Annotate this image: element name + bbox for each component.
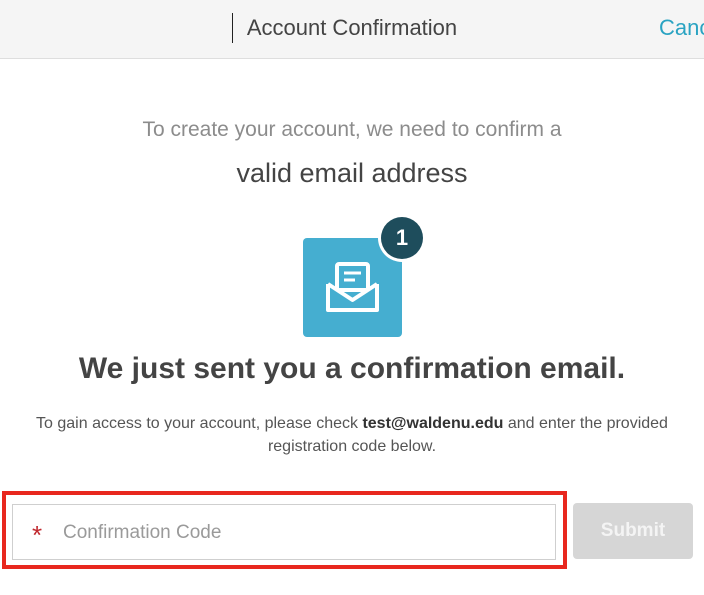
page-title: Account Confirmation	[246, 15, 458, 40]
instructions-text: To gain access to your account, please c…	[20, 412, 684, 458]
intro-text: To create your account, we need to confi…	[142, 118, 562, 141]
submit-button[interactable]: Submit	[573, 503, 693, 559]
header-bar: Account Confirmation Cancel	[0, 0, 704, 59]
envelope-letter-icon	[326, 262, 379, 312]
confirmation-code-field[interactable]: *	[12, 504, 556, 560]
intro-emphasis: valid email address	[236, 158, 468, 188]
email-address: test@waldenu.edu	[362, 415, 504, 432]
notification-badge: 1	[381, 217, 423, 259]
instructions-before: To gain access to your account, please c…	[36, 415, 363, 432]
confirmation-headline: We just sent you a confirmation email.	[78, 352, 626, 385]
confirmation-code-input[interactable]	[61, 513, 545, 553]
cancel-button[interactable]: Cancel	[659, 15, 704, 41]
required-marker: *	[32, 520, 43, 550]
